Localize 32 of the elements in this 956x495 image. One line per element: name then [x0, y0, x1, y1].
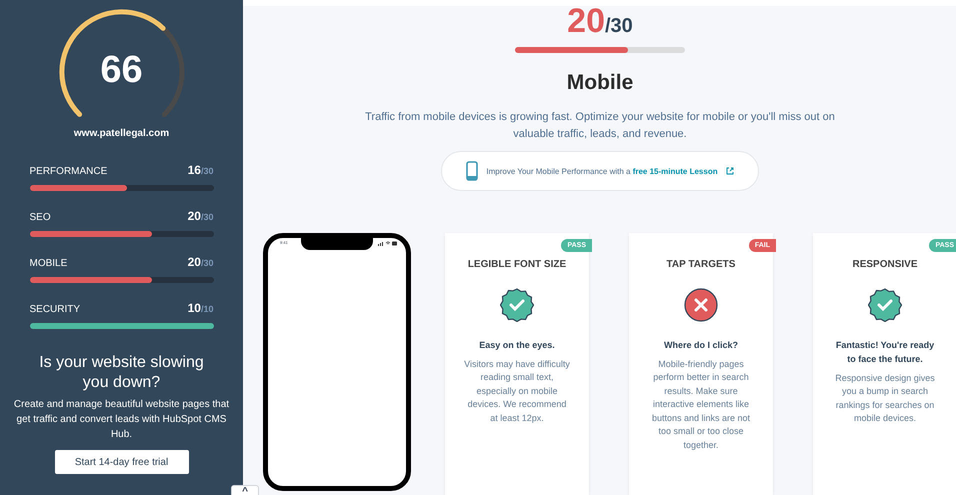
phone-notch — [301, 236, 373, 250]
check-title: LEGIBLE FONT SIZE — [468, 258, 566, 272]
check-title: RESPONSIVE — [852, 258, 918, 272]
site-url: www.patellegal.com — [74, 127, 170, 141]
lesson-text: Improve Your Mobile Performance with a — [486, 166, 632, 176]
section-title: Mobile — [566, 70, 634, 96]
lesson-link[interactable]: free 15-minute Lesson — [632, 166, 718, 176]
check-text: Responsive design gives you a bump in search rankings for searches on mobile devices. — [834, 372, 936, 425]
trial-button[interactable]: Start 14-day free trial — [54, 450, 188, 474]
category-score: 20/30 — [188, 254, 214, 271]
mobile-score: 20/30 — [567, 6, 633, 42]
promo-text: Create and manage beautiful website pages that get traffic and convert leads with HubSpot CMS Hub. — [12, 398, 230, 442]
scroll-up-button[interactable]: ^ — [231, 485, 259, 495]
check-headline: Easy on the eyes. — [479, 338, 555, 352]
promo-title: Is your website slowing you down? — [38, 353, 205, 393]
check-headline: Fantastic! You're ready to face the future. — [834, 338, 936, 366]
category-score: 10/10 — [188, 300, 214, 317]
score-value: 66 — [100, 50, 143, 90]
section-description: Traffic from mobile devices is growing fast. Optimize your website for mobile or you'll miss out on valuable traffic, leads, and revenue. — [364, 110, 836, 142]
check-text: Visitors may have difficulty reading small text, especially on mobile devices. We recommend at least 12px. — [463, 358, 571, 425]
category-label: SECURITY — [30, 303, 80, 317]
phone-icon — [466, 160, 478, 180]
status-icons — [378, 240, 398, 246]
category-label: SEO — [30, 211, 51, 225]
check-headline: Where do I click? — [664, 338, 738, 352]
check-text: Mobile-friendly pages perform better in search results. Make sure interactive elements like buttons and links are not too small or too close together. — [650, 358, 752, 452]
check-title: TAP TARGETS — [666, 258, 736, 272]
category-score: 16/30 — [188, 162, 214, 179]
category-label: MOBILE — [30, 257, 68, 271]
category-label: PERFORMANCE — [30, 165, 108, 179]
category-score: 20/30 — [188, 208, 214, 225]
external-link-icon[interactable] — [726, 166, 734, 174]
